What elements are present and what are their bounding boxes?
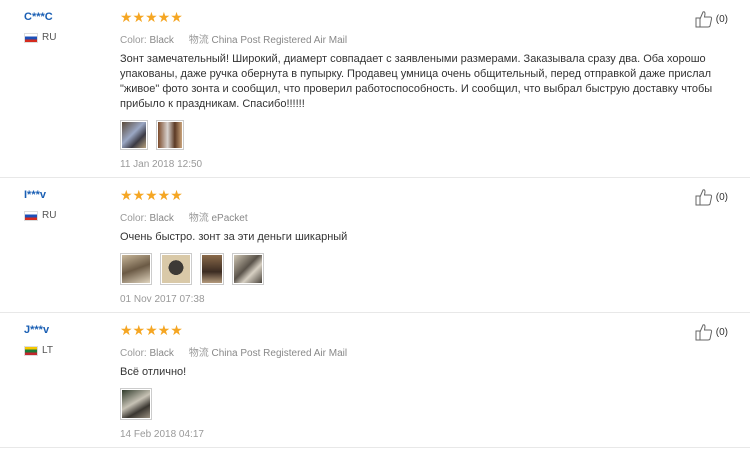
star-rating: ★★★★★ [120, 9, 183, 25]
like-button[interactable]: (0) [695, 323, 728, 341]
review-photo-thumbnail[interactable] [120, 253, 152, 285]
reviewer-country: RU [24, 32, 56, 43]
reviewer-name[interactable]: I***v [24, 189, 56, 201]
review-photo-thumbnail[interactable] [120, 388, 152, 420]
review-item: J***v LT ★★★★★ Color: Black 物流 China Pos… [0, 313, 750, 448]
review-photo-thumbnail[interactable] [156, 120, 184, 150]
star-rating: ★★★★★ [120, 187, 183, 203]
country-code: LT [42, 345, 53, 356]
review-photo-thumbnail[interactable] [200, 253, 224, 285]
review-body: ★★★★★ Color: Black 物流 ePacket Очень быст… [120, 188, 680, 305]
review-text: Очень быстро. зонт за эти деньги шикарны… [120, 231, 348, 243]
reviewer-name[interactable]: C***C [24, 11, 56, 23]
shipping-label: 物流 [188, 35, 209, 46]
review-date: 01 Nov 2017 07:38 [120, 294, 205, 305]
flag-ru-icon [24, 32, 38, 43]
review-photos [120, 388, 680, 420]
color-label: Color: [120, 35, 147, 46]
thumbs-up-icon [695, 11, 712, 28]
review-photo-thumbnail[interactable] [120, 120, 148, 150]
thumbs-up-icon [695, 324, 712, 341]
color-label: Color: [120, 213, 147, 224]
like-button[interactable]: (0) [695, 188, 728, 206]
review-item: C***C RU ★★★★★ Color: Black 物流 China Pos… [0, 0, 750, 178]
thumbs-up-icon [695, 189, 712, 206]
like-count: (0) [715, 191, 728, 203]
review-date: 14 Feb 2018 04:17 [120, 429, 204, 440]
like-count: (0) [715, 326, 728, 338]
shipping-value: China Post Registered Air Mail [211, 348, 348, 359]
review-meta: Color: Black 物流 ePacket [120, 209, 680, 224]
color-value: Black [149, 348, 174, 359]
shipping-label: 物流 [188, 213, 209, 224]
review-meta: Color: Black 物流 China Post Registered Ai… [120, 344, 680, 359]
review-body: ★★★★★ Color: Black 物流 China Post Registe… [120, 9, 712, 170]
review-photo-thumbnail[interactable] [232, 253, 264, 285]
color-value: Black [149, 213, 174, 224]
color-value: Black [149, 35, 174, 46]
review-text: Всё отлично! [120, 366, 187, 378]
review-text: Зонт замечательный! Широкий, диамерт сов… [120, 53, 713, 110]
country-code: RU [42, 32, 57, 43]
review-body: ★★★★★ Color: Black 物流 China Post Registe… [120, 323, 680, 440]
reviewer-country: LT [24, 345, 53, 356]
review-item: I***v RU ★★★★★ Color: Black 物流 ePacket О… [0, 178, 750, 313]
star-rating: ★★★★★ [120, 322, 183, 338]
review-date: 11 Jan 2018 12:50 [120, 159, 203, 170]
like-button[interactable]: (0) [695, 10, 728, 28]
review-meta: Color: Black 物流 China Post Registered Ai… [120, 31, 680, 46]
reviewer-name[interactable]: J***v [24, 324, 53, 336]
reviewer-info: I***v RU [24, 189, 56, 221]
reviewer-info: J***v LT [24, 324, 53, 356]
like-count: (0) [715, 13, 728, 25]
shipping-value: ePacket [211, 213, 248, 224]
color-label: Color: [120, 348, 147, 359]
reviewer-info: C***C RU [24, 11, 56, 43]
flag-lt-icon [24, 345, 38, 356]
review-photos [120, 120, 680, 150]
review-photo-thumbnail[interactable] [160, 253, 192, 285]
shipping-label: 物流 [188, 348, 209, 359]
flag-ru-icon [24, 210, 38, 221]
shipping-value: China Post Registered Air Mail [211, 35, 348, 46]
review-photos [120, 253, 680, 285]
reviewer-country: RU [24, 210, 56, 221]
country-code: RU [42, 210, 57, 221]
